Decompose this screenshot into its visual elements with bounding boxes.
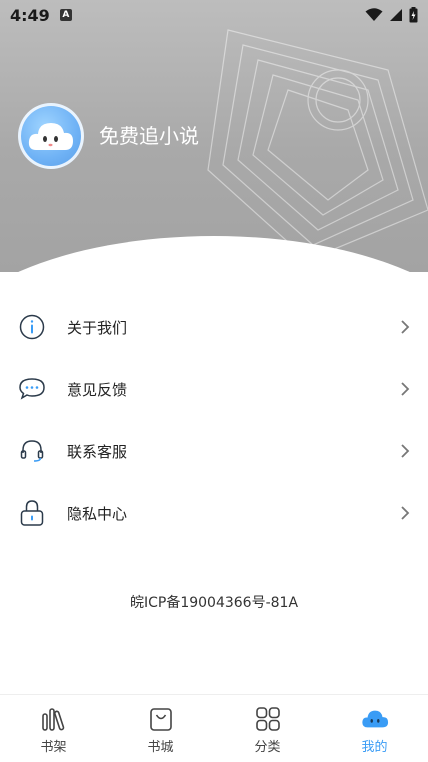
- cloud-mascot-icon: [28, 123, 73, 150]
- menu-item-label: 意见反馈: [67, 380, 128, 399]
- info-icon: [18, 313, 46, 341]
- menu-item-about[interactable]: 关于我们: [0, 296, 428, 358]
- lock-icon: [18, 499, 46, 527]
- decorative-pattern-icon: [207, 29, 428, 261]
- chevron-right-icon: [398, 506, 412, 520]
- bottom-tab-bar: 书架 书城 分类 我的: [0, 694, 428, 762]
- icp-license: 皖ICP备19004366号-81A: [129, 595, 299, 611]
- tab-bookstore[interactable]: 书城: [107, 695, 214, 762]
- tab-label: 书架: [40, 740, 67, 755]
- tab-bookshelf[interactable]: 书架: [0, 695, 107, 762]
- bookshelf-icon: [40, 705, 68, 733]
- chevron-right-icon: [398, 320, 412, 334]
- grid-icon: [254, 705, 282, 733]
- tab-category[interactable]: 分类: [214, 695, 321, 762]
- notification-a-icon: A: [59, 9, 72, 21]
- menu-item-label: 隐私中心: [67, 504, 128, 523]
- signal-icon: [390, 9, 402, 21]
- chevron-right-icon: [398, 382, 412, 396]
- battery-icon: [409, 7, 418, 23]
- chevron-right-icon: [398, 444, 412, 458]
- menu-item-customer-service[interactable]: 联系客服: [0, 420, 428, 482]
- status-time: 4:49: [10, 5, 50, 25]
- settings-menu: 关于我们 意见反馈 联系客服 隐私中心: [0, 296, 428, 544]
- tab-label: 分类: [254, 740, 281, 755]
- username[interactable]: 免费追小说: [99, 120, 199, 149]
- shopping-bag-icon: [147, 705, 175, 733]
- headset-icon: [18, 437, 46, 465]
- menu-item-label: 关于我们: [67, 318, 128, 337]
- menu-item-privacy[interactable]: 隐私中心: [0, 482, 428, 544]
- tab-mine[interactable]: 我的: [321, 695, 428, 762]
- menu-item-label: 联系客服: [67, 442, 128, 461]
- tab-label: 书城: [147, 740, 174, 755]
- chat-icon: [18, 375, 46, 403]
- avatar[interactable]: [18, 103, 84, 169]
- menu-item-feedback[interactable]: 意见反馈: [0, 358, 428, 420]
- cloud-icon: [361, 705, 389, 733]
- status-indicators: [365, 7, 418, 23]
- wifi-icon: [365, 8, 383, 21]
- status-bar: 4:49 A: [0, 0, 428, 30]
- tab-label: 我的: [361, 740, 388, 755]
